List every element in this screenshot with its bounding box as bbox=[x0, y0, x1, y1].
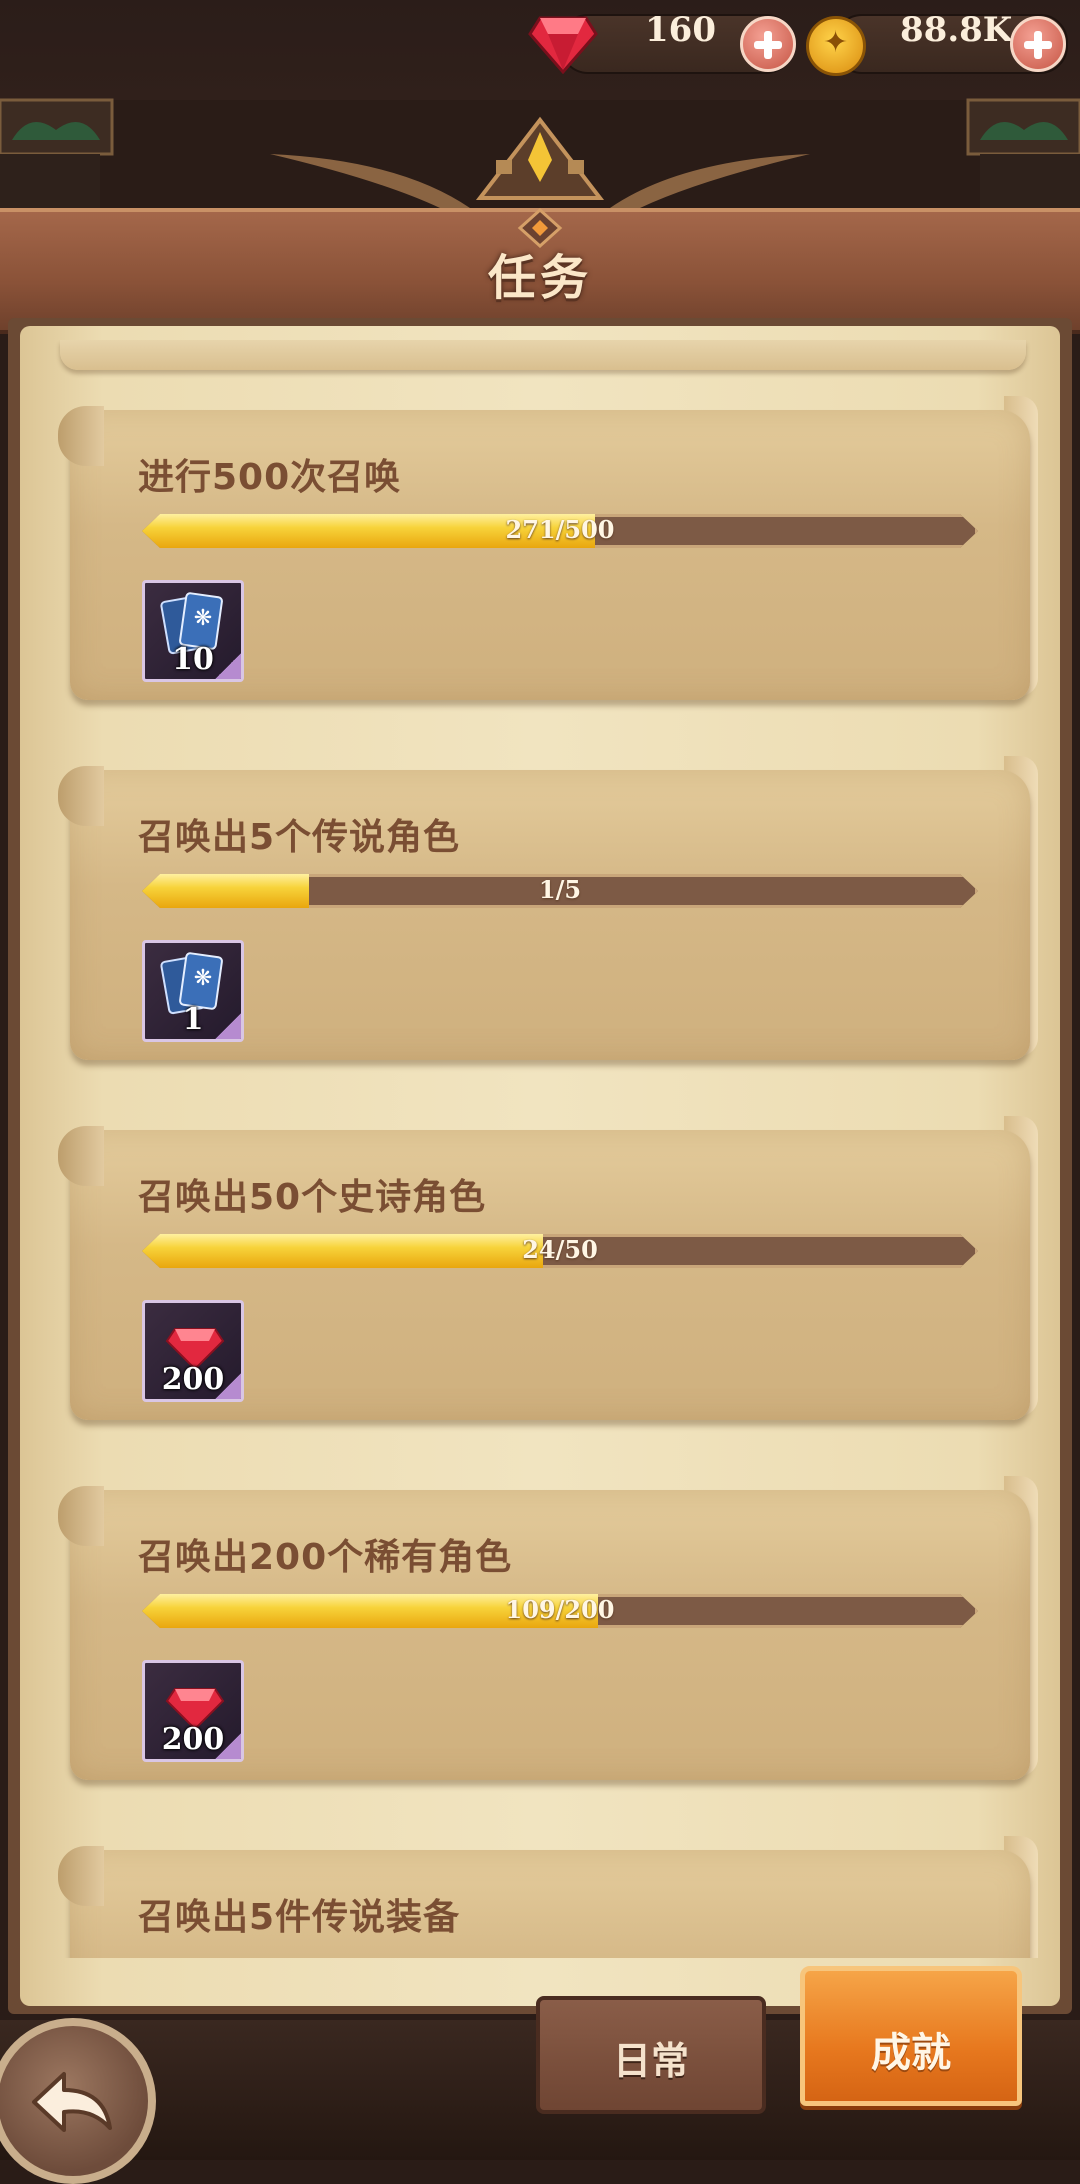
progress-text: 109/200 bbox=[505, 1595, 615, 1624]
gem-icon bbox=[528, 16, 598, 75]
svg-text:❋: ❋ bbox=[194, 966, 212, 991]
list-item-partial bbox=[60, 340, 1026, 370]
quest-title: 召唤出50个史诗角色 bbox=[138, 1177, 487, 1218]
list-item: 召唤出200个稀有角色 109/200 200 bbox=[58, 1476, 1042, 1784]
scroll-curl bbox=[58, 1486, 104, 1546]
page-title: 任务 bbox=[487, 250, 592, 306]
reward-item[interactable]: ❋ 1 bbox=[142, 940, 244, 1042]
tab-achievements-label[interactable]: 成就 bbox=[800, 2020, 1022, 2078]
progress-bar: 1/5 bbox=[142, 874, 978, 908]
scroll-curl bbox=[58, 406, 104, 466]
add-gems-button[interactable] bbox=[740, 16, 796, 72]
reward-quantity: 10 bbox=[172, 642, 214, 677]
progress-bar: 271/500 bbox=[142, 514, 978, 548]
scroll-curl bbox=[58, 766, 104, 826]
list-item: 进行500次召唤 271/500 ❋ 10 bbox=[58, 396, 1042, 704]
quest-title: 进行500次召唤 bbox=[138, 457, 402, 498]
back-arrow-icon bbox=[32, 2072, 112, 2132]
list-item: 召唤出5个传说角色 1/5 ❋ 1 bbox=[58, 756, 1042, 1064]
quest-list[interactable]: 进行500次召唤 271/500 ❋ 10 召唤出5个传说角色 1/5 ❋ 1 … bbox=[20, 340, 1060, 1958]
list-item: 召唤出50个史诗角色 24/50 200 bbox=[58, 1116, 1042, 1424]
resource-bar: 160 88.8K bbox=[0, 0, 1080, 100]
add-gold-button[interactable] bbox=[1010, 16, 1066, 72]
tab-daily-label[interactable]: 日常 bbox=[536, 2030, 766, 2085]
reward-item[interactable]: 200 bbox=[142, 1300, 244, 1402]
list-item: 召唤出5件传说装备 bbox=[58, 1836, 1042, 1958]
reward-item[interactable]: 200 bbox=[142, 1660, 244, 1762]
gem-count: 160 bbox=[645, 10, 716, 50]
progress-text: 271/500 bbox=[505, 515, 615, 544]
progress-bar: 24/50 bbox=[142, 1234, 978, 1268]
quest-title: 召唤出5个传说角色 bbox=[138, 817, 461, 858]
progress-text: 24/50 bbox=[522, 1235, 598, 1264]
scroll-curl bbox=[58, 1846, 104, 1906]
quest-title: 召唤出200个稀有角色 bbox=[138, 1537, 513, 1578]
svg-text:❋: ❋ bbox=[194, 606, 212, 631]
quest-title: 召唤出5件传说装备 bbox=[138, 1897, 461, 1938]
reward-quantity: 200 bbox=[161, 1362, 225, 1397]
scroll-curl bbox=[58, 1126, 104, 1186]
reward-quantity: 1 bbox=[182, 1002, 204, 1037]
gold-coin-icon bbox=[806, 16, 866, 76]
header-ornament bbox=[0, 98, 1080, 214]
gold-count: 88.8K bbox=[900, 10, 1013, 50]
progress-bar: 109/200 bbox=[142, 1594, 978, 1628]
reward-quantity: 200 bbox=[161, 1722, 225, 1757]
reward-item[interactable]: ❋ 10 bbox=[142, 580, 244, 682]
progress-text: 1/5 bbox=[538, 875, 582, 904]
